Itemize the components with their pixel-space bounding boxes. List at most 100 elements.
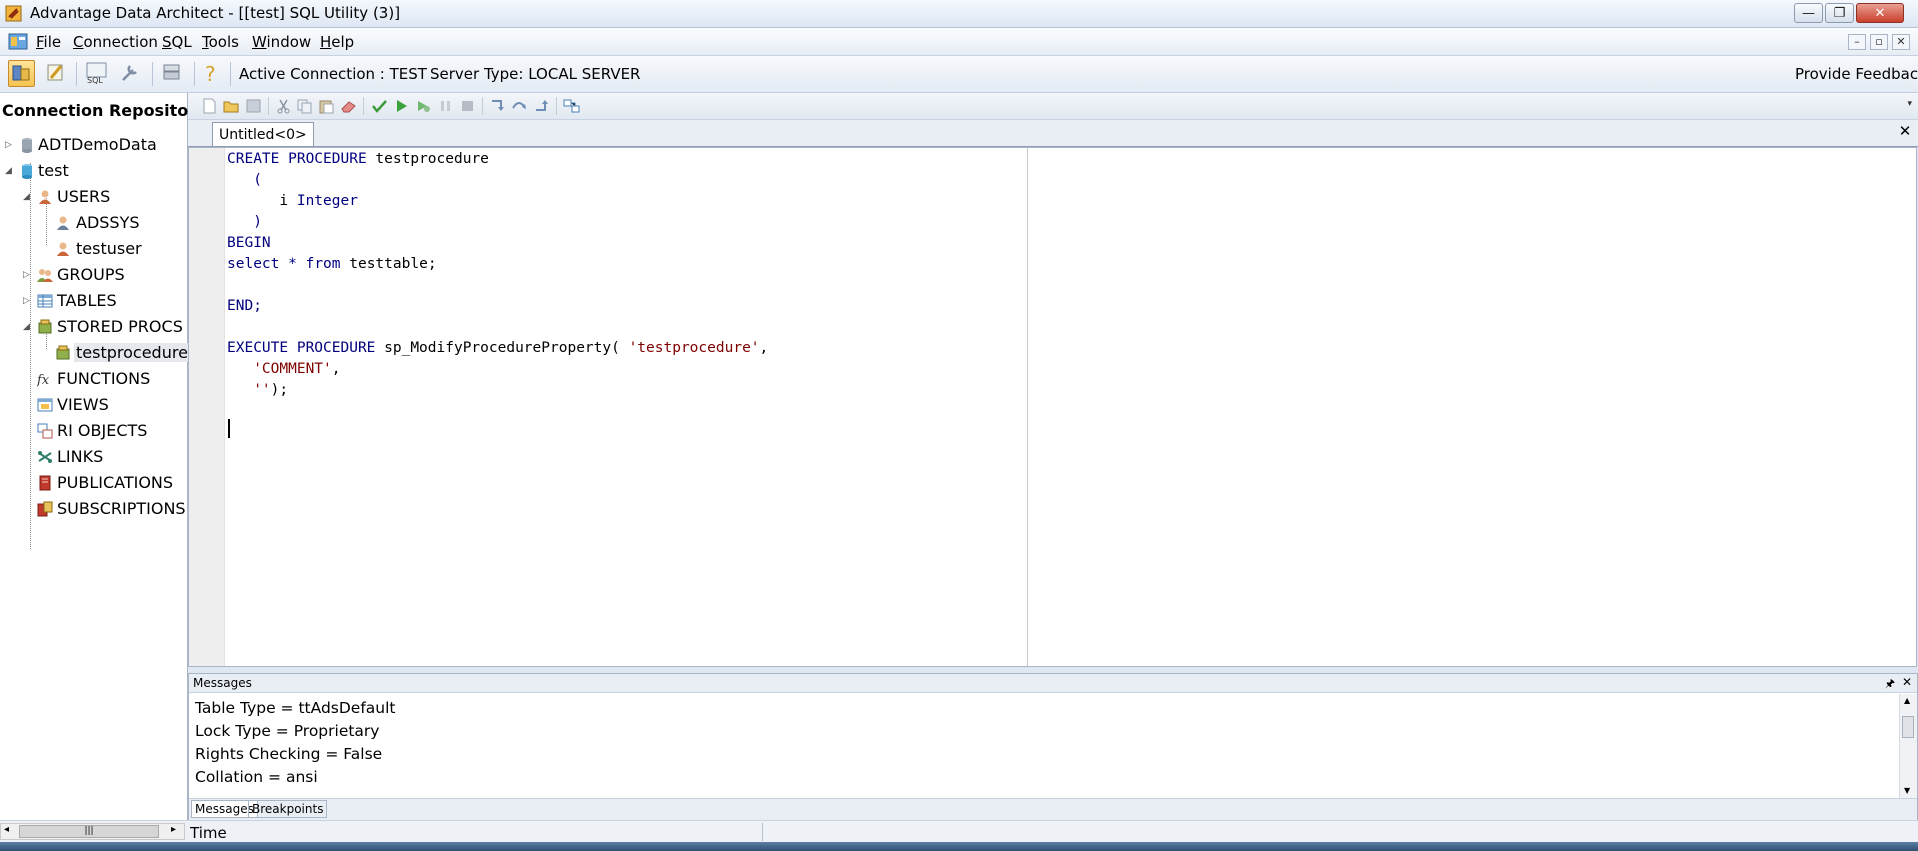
main-toolbar: SQL ? Active Connection : TEST Server Ty… [0, 56, 1918, 93]
close-button[interactable]: ✕ [1856, 3, 1904, 23]
app-icon [5, 5, 22, 22]
link-icon [38, 451, 52, 463]
menu-window[interactable]: Window [252, 33, 311, 51]
tree-node-testprocedure[interactable]: testprocedure [0, 341, 190, 365]
tree-node-users[interactable]: ◢ USERS [0, 185, 185, 209]
status-bar: ◂ ||| ▸ Time [0, 820, 1918, 843]
svg-text:SQL: SQL [87, 76, 103, 85]
message-line: Lock Type = Proprietary [195, 722, 380, 740]
sql-editor[interactable]: CREATE PROCEDURE testprocedure ( i Integ… [188, 147, 1917, 667]
eraser-icon[interactable] [340, 98, 357, 114]
window-title: Advantage Data Architect - [[test] SQL U… [30, 4, 401, 22]
tree-node-testuser[interactable]: testuser [0, 237, 185, 261]
expand-icon[interactable]: ▷ [23, 296, 30, 306]
open-folder-icon[interactable] [223, 98, 240, 114]
collapse-icon[interactable]: ◢ [23, 192, 30, 202]
step-over-icon[interactable] [511, 98, 528, 114]
tree-node-publications[interactable]: PUBLICATIONS [0, 471, 185, 495]
scroll-up-arrow[interactable]: ▲ [1904, 696, 1910, 705]
toolbar-overflow-icon[interactable]: ▾ [1907, 99, 1912, 109]
messages-scrollbar[interactable]: ▲ ▼ [1899, 694, 1917, 798]
new-file-icon[interactable] [201, 98, 218, 114]
close-tab-button[interactable]: ✕ [1896, 123, 1914, 141]
expand-icon[interactable]: ▷ [5, 140, 12, 150]
connection-repository-toggle-button[interactable] [8, 60, 35, 87]
verify-check-icon[interactable] [371, 98, 388, 114]
message-line: Collation = ansi [195, 768, 318, 786]
tools-button[interactable] [118, 60, 145, 87]
execute-icon[interactable] [393, 98, 410, 114]
step-into-icon[interactable] [489, 98, 506, 114]
close-messages-button[interactable]: ✕ [1902, 675, 1912, 689]
title-bar: Advantage Data Architect - [[test] SQL U… [0, 0, 1918, 28]
architect-button[interactable] [43, 60, 70, 87]
scroll-thumb[interactable]: ||| [19, 825, 159, 838]
scroll-left-arrow[interactable]: ◂ [4, 824, 9, 835]
tab-untitled[interactable]: Untitled<0> [212, 122, 314, 146]
mdi-restore-button[interactable]: ▫ [1870, 34, 1888, 50]
copy-icon[interactable] [296, 98, 313, 114]
ri-object-icon [37, 423, 53, 439]
menu-help[interactable]: Help [320, 33, 354, 51]
server-icon [163, 64, 180, 80]
function-icon: fx [37, 373, 50, 387]
server-button[interactable] [159, 60, 186, 87]
expand-icon[interactable]: ▷ [23, 270, 30, 280]
tree-node-adssys[interactable]: ADSSYS [0, 211, 185, 235]
active-connection-label: Active Connection : TEST [239, 65, 427, 83]
scroll-right-arrow[interactable]: ▸ [171, 824, 176, 835]
code-line: BEGIN [227, 235, 271, 251]
messages-caption-label: Messages [193, 676, 252, 690]
code-line: select * from testtable; [227, 256, 437, 272]
tree-node-functions[interactable]: fx FUNCTIONS [0, 367, 185, 391]
cut-icon[interactable] [275, 98, 292, 114]
sql-icon: SQL [86, 62, 107, 85]
mdi-close-button[interactable]: ✕ [1892, 34, 1910, 50]
tree-node-test[interactable]: ◢ test [0, 159, 185, 183]
server-type-label: Server Type: LOCAL SERVER [430, 65, 641, 83]
code-line: ''); [253, 382, 289, 398]
admin-user-icon [57, 216, 69, 230]
pin-icon[interactable]: 🖈 [1885, 675, 1895, 694]
tree-node-subscriptions[interactable]: SUBSCRIPTIONS [0, 497, 186, 521]
restore-button[interactable]: ❐ [1825, 3, 1854, 23]
tree-node-views[interactable]: VIEWS [0, 393, 185, 417]
sql-utility-button[interactable]: SQL [84, 60, 111, 87]
tree-node-groups[interactable]: ▷ GROUPS [0, 263, 185, 287]
paste-icon[interactable] [318, 98, 335, 114]
collapse-icon[interactable]: ◢ [5, 166, 12, 176]
pause-icon[interactable] [437, 98, 454, 114]
collapse-icon[interactable]: ◢ [23, 322, 30, 332]
toolbar-separator [194, 62, 195, 86]
menu-sql[interactable]: SQL [162, 33, 192, 51]
os-taskbar [0, 842, 1918, 851]
menu-connection[interactable]: Connection [73, 33, 158, 51]
tree-node-adtdemodata[interactable]: ▷ ADTDemoData [0, 133, 185, 157]
save-icon[interactable] [245, 98, 262, 114]
query-builder-icon[interactable] [563, 98, 580, 114]
connection-repository-panel: Connection Repository ▷ ADTDemoData ◢ te… [0, 93, 207, 823]
menu-tools[interactable]: Tools [202, 33, 239, 51]
help-button[interactable]: ? [198, 60, 225, 87]
sql-utility-icon[interactable] [8, 32, 28, 51]
message-line: Rights Checking = False [195, 745, 383, 763]
mdi-minimize-button[interactable]: – [1848, 34, 1866, 50]
scroll-thumb[interactable] [1902, 716, 1914, 738]
stop-icon[interactable] [459, 98, 476, 114]
code-line: EXECUTE PROCEDURE sp_ModifyProcedureProp… [227, 340, 769, 356]
menu-file[interactable]: File [36, 33, 61, 51]
toolbar-separator [363, 97, 364, 115]
step-out-icon[interactable] [533, 98, 550, 114]
minimize-button[interactable]: — [1794, 3, 1823, 23]
tree-node-links[interactable]: LINKS [0, 445, 185, 469]
tree-node-tables[interactable]: ▷ TABLES [0, 289, 185, 313]
publication-icon [39, 475, 51, 491]
tree-node-stored-procs[interactable]: ◢ STORED PROCS [0, 315, 185, 339]
tree-node-ri-objects[interactable]: RI OBJECTS [0, 419, 185, 443]
provide-feedback-link[interactable]: Provide Feedback [1795, 65, 1918, 83]
tree-horizontal-scrollbar[interactable]: ◂ ||| ▸ [0, 823, 185, 840]
code-line: i Integer [227, 193, 358, 209]
debug-icon[interactable] [415, 98, 432, 114]
scroll-down-arrow[interactable]: ▼ [1904, 786, 1910, 795]
tab-breakpoints[interactable]: Breakpoints [248, 800, 328, 818]
